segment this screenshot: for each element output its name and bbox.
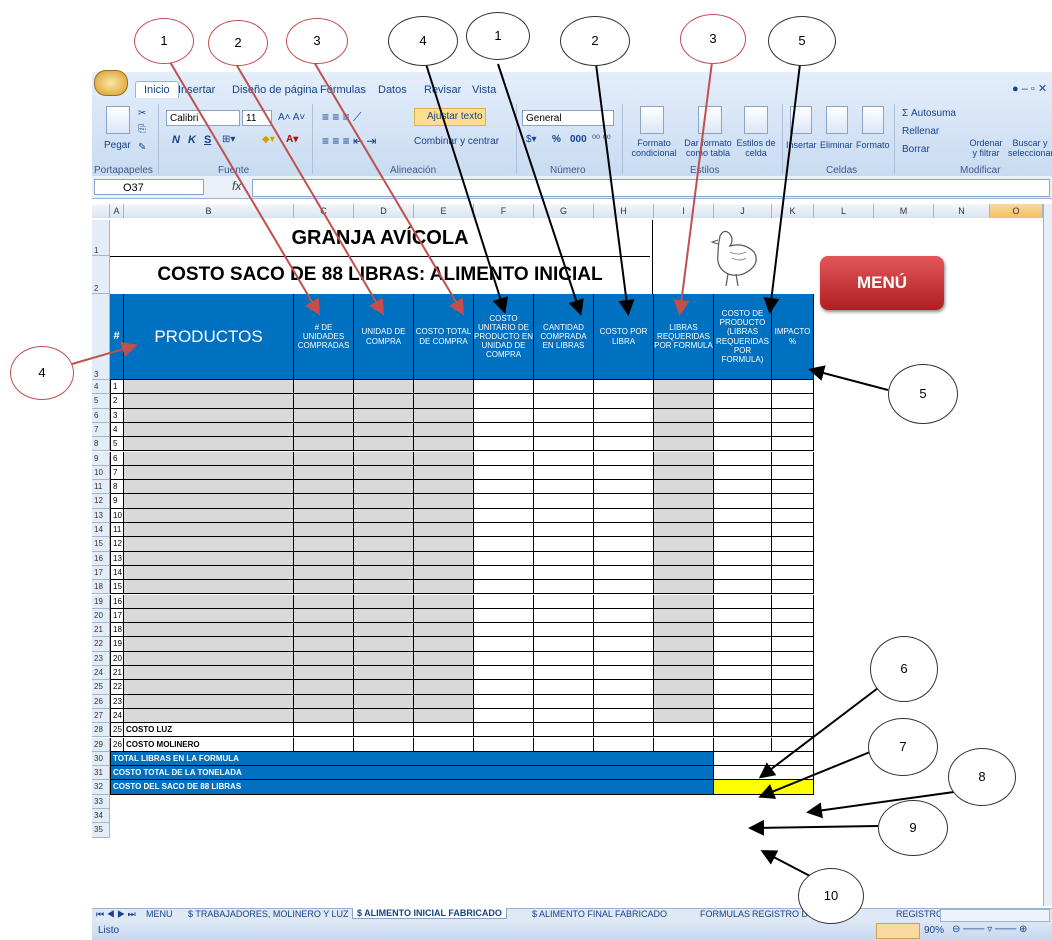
callout-4: 4 xyxy=(388,16,458,66)
callout-2: 2 xyxy=(208,20,268,66)
callout-11: 6 xyxy=(870,636,938,702)
callout-arrows xyxy=(71,61,955,877)
callout-15: 10 xyxy=(798,868,864,924)
callout-3: 3 xyxy=(286,18,348,64)
callout-5: 1 xyxy=(466,12,530,60)
callout-12: 7 xyxy=(868,718,938,776)
callout-6: 2 xyxy=(560,16,630,66)
callout-10: 5 xyxy=(888,364,958,424)
callout-14: 9 xyxy=(878,800,948,856)
callout-7: 3 xyxy=(680,14,746,64)
callout-9: 4 xyxy=(10,346,74,400)
callout-8: 5 xyxy=(768,16,836,66)
callout-1: 1 xyxy=(134,18,194,64)
callout-13: 8 xyxy=(948,748,1016,806)
